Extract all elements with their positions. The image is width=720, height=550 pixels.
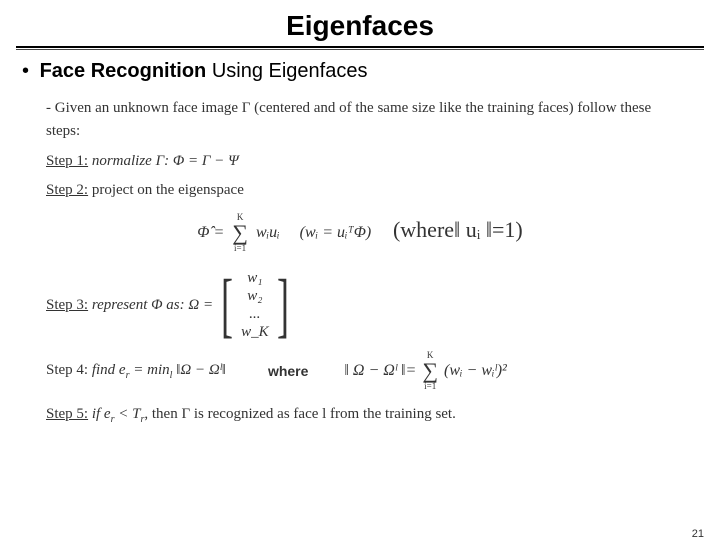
step4-eqpart: = min [130,362,170,378]
w-definition: (wᵢ = uᵢᵀΦ) [300,221,372,245]
section-bullet: • Face Recognition Using Eigenfaces [22,60,698,83]
step2-label: Step 2: [46,182,88,198]
step3-pre: represent Φ as: Ω = [88,297,213,313]
intro-line: - Given an unknown face image Γ (centere… [46,97,674,142]
norm-inside: (wᵢ − wᵢˡ)² [444,359,507,383]
title-divider [16,46,704,50]
sum-bot: i=1 [234,244,246,253]
norm-lhs: ‖ Ω − Ωˡ ‖= [344,359,416,383]
bullet-rest: Using Eigenfaces [206,60,367,82]
step5-text1: if e [88,406,111,422]
step5-label: Step 5: [46,406,88,422]
step1-label: Step 1: [46,153,88,169]
step-4: Step 4: find er = minl ‖Ω − Ωˡ‖ where ‖ … [46,351,674,391]
bullet-strong: Face Recognition [40,60,207,82]
phi-hat-lhs: Φ̂ = [197,221,224,245]
step3-label: Step 3: [46,297,88,313]
omega-vector: [ w₁ w₂ ... w_K ] [215,269,294,341]
sum-symbol: K ∑ i=1 [232,213,248,253]
unit-note: (where‖ uᵢ ‖=1) [393,217,523,242]
vec-r3: ... [249,305,260,323]
step1-text: normalize Γ: Φ = Γ − Ψ [88,153,239,169]
step4-text: find e [88,362,126,378]
step-1: Step 1: normalize Γ: Φ = Γ − Ψ [46,150,674,173]
step-5: Step 5: if er < Tr, then Γ is recognized… [46,403,674,427]
vec-r2: w₂ [247,287,262,305]
equation-center: Φ̂ = K ∑ i=1 wᵢuᵢ (wᵢ = uᵢᵀΦ) (where‖ uᵢ… [46,213,674,253]
step-3: Step 3: represent Φ as: Ω = [ w₁ w₂ ... … [46,269,674,341]
vec-r4: w_K [241,323,269,341]
vec-r1: w₁ [247,269,262,287]
step4-norm: ‖Ω − Ωˡ‖ [172,362,226,378]
where-label: where [268,361,308,382]
step5-cond: < T [115,406,141,422]
norm-expansion: ‖ Ω − Ωˡ ‖= K ∑ i=1 (wᵢ − wᵢˡ)² [344,351,506,391]
page-number: 21 [692,528,704,540]
step4-label: Step 4: [46,362,88,378]
step-2: Step 2: project on the eigenspace [46,179,674,202]
slide-content: - Given an unknown face image Γ (centere… [46,97,674,427]
norm-sum: K ∑ i=1 [422,351,438,391]
step2-text: project on the eigenspace [88,182,244,198]
step5-text2: , then Γ is recognized as face l from th… [144,406,455,422]
sum-term: wᵢuᵢ [256,221,280,245]
page-title: Eigenfaces [0,10,720,42]
